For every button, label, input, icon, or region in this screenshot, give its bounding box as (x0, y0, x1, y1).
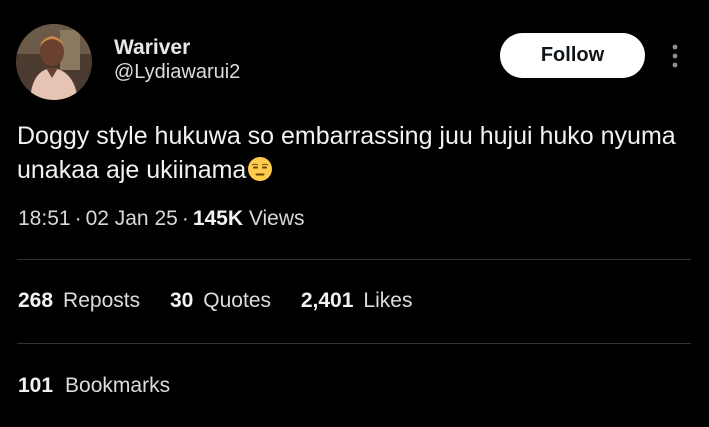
quotes-count: 30 (169, 289, 194, 312)
reposts-stat[interactable]: 268 Reposts (18, 289, 140, 312)
engagement-stats: 268 Reposts 30 Quotes 2,401 Likes (18, 286, 436, 316)
quotes-stat[interactable]: 30 Quotes (170, 289, 271, 312)
expressionless-face-emoji-icon (248, 157, 273, 181)
tweet-date[interactable]: 02 Jan 25 (86, 207, 178, 230)
likes-label: Likes (363, 289, 413, 312)
avatar[interactable] (16, 24, 92, 100)
separator: · (74, 207, 82, 230)
tweet-header: Wariver @Lydiawarui2 Follow (16, 24, 693, 104)
profile-photo-icon (16, 24, 92, 100)
separator: · (181, 207, 189, 230)
tweet-text-content: Doggy style hukuwa so embarrassing juu h… (17, 122, 676, 184)
tweet-time[interactable]: 18:51 (18, 207, 71, 230)
bookmarks-count: 101 (18, 374, 54, 397)
views-label: Views (248, 207, 305, 230)
tweet-text: Doggy style hukuwa so embarrassing juu h… (17, 119, 687, 187)
bookmarks-label: Bookmarks (65, 374, 171, 397)
follow-button[interactable]: Follow (500, 33, 645, 78)
quotes-label: Quotes (203, 289, 272, 312)
reposts-label: Reposts (63, 289, 141, 312)
bookmarks-stat[interactable]: 101 Bookmarks (18, 371, 170, 401)
reposts-count: 268 (18, 289, 54, 312)
views-count: 145K (192, 207, 244, 230)
author-info: Wariver @Lydiawarui2 (114, 36, 240, 84)
user-handle[interactable]: @Lydiawarui2 (114, 60, 240, 84)
likes-stat[interactable]: 2,401 Likes (301, 289, 413, 312)
divider (17, 343, 691, 344)
divider (17, 259, 691, 260)
display-name[interactable]: Wariver (114, 36, 240, 60)
likes-count: 2,401 (300, 289, 354, 312)
tweet-meta: 18:51 · 02 Jan 25 · 145K Views (18, 205, 305, 233)
more-vertical-icon[interactable] (667, 42, 683, 70)
